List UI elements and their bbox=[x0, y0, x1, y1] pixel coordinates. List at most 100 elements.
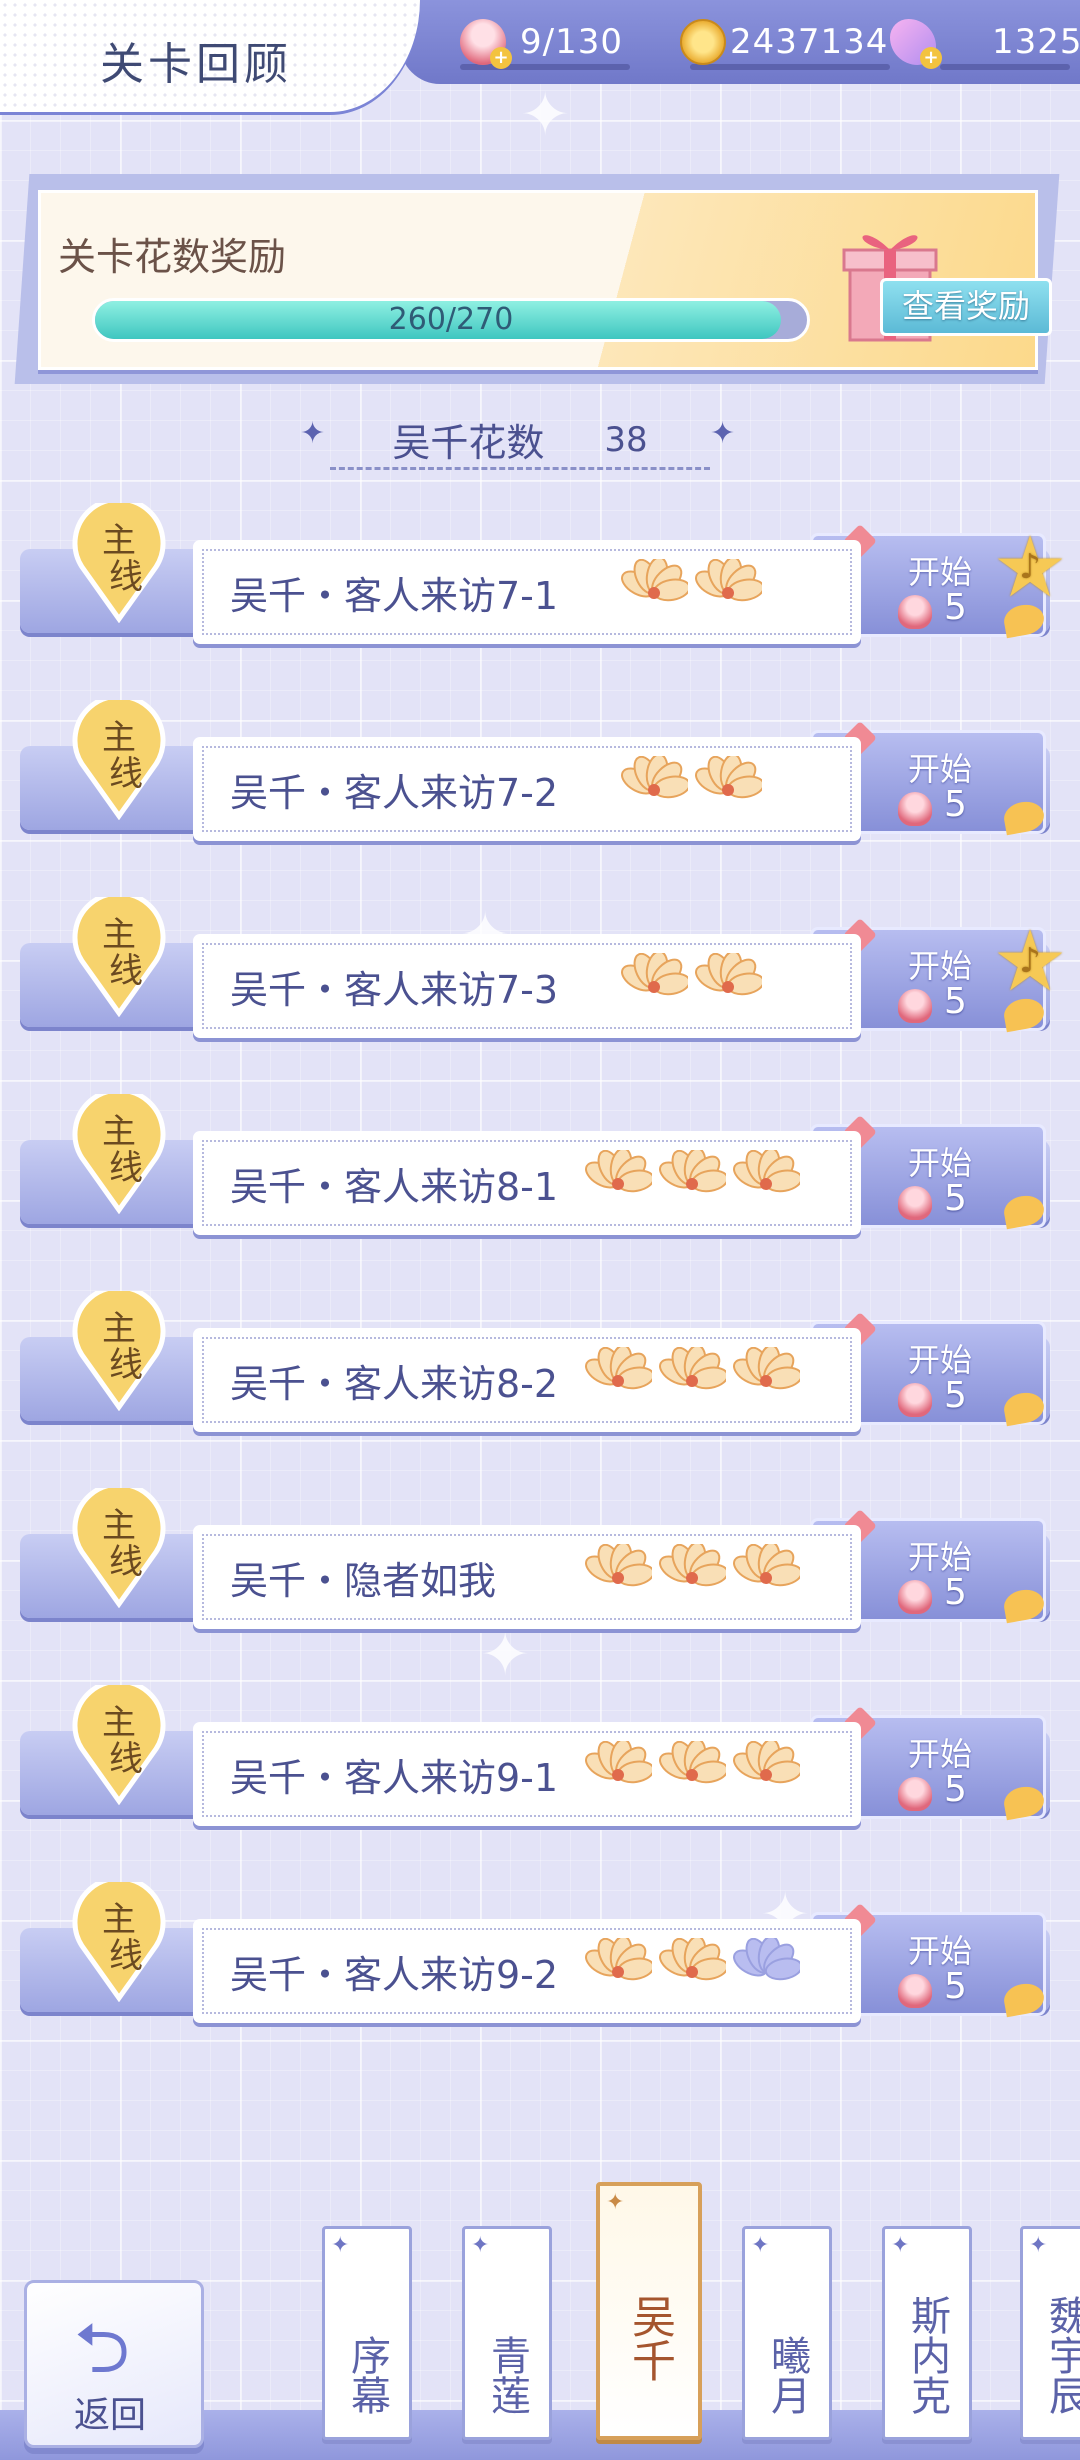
stamina-cost: 5 bbox=[944, 1178, 967, 1219]
cupcake-cost-icon bbox=[898, 1186, 932, 1220]
cupcake-cost-icon bbox=[898, 1777, 932, 1811]
cupcake-cost-icon bbox=[898, 1580, 932, 1614]
chapter-tab[interactable]: ✦ 曦月 bbox=[742, 2226, 832, 2440]
flower-earned-icon bbox=[733, 1741, 800, 1784]
chapter-label: 斯内克 bbox=[904, 2295, 950, 2415]
level-row[interactable]: 开始 5 ★ ♪ 吴千・客人来访7-1 主线 bbox=[0, 503, 1080, 643]
flower-earned-icon bbox=[585, 1347, 652, 1390]
flower-earned-icon bbox=[659, 1938, 726, 1981]
stamina-value: 9/130 bbox=[520, 22, 623, 62]
level-list[interactable]: 开始5吴千・客人来访6-1主线开始5★♪吴千・客人来访7-1主线开始5吴千・客人… bbox=[0, 482, 1080, 2182]
flower-earned-icon bbox=[733, 1150, 800, 1193]
crystal-swan-icon: + bbox=[890, 19, 942, 69]
flower-earned-icon bbox=[621, 559, 688, 602]
star-badge-icon: ★ ♪ bbox=[992, 912, 1068, 1010]
start-button[interactable]: 开始 bbox=[900, 1138, 980, 1184]
flower-count-value: 38 bbox=[604, 419, 648, 460]
reward-banner-title: 关卡花数奖励 bbox=[58, 235, 287, 279]
plus-icon: + bbox=[490, 47, 512, 69]
stamina-resource[interactable]: + 9/130 bbox=[460, 14, 623, 70]
chapter-tab[interactable]: ✦ 青莲 bbox=[462, 2226, 552, 2440]
gold-value: 2437134 bbox=[730, 22, 889, 62]
level-name: 吴千・隐者如我 bbox=[230, 1559, 497, 1603]
chapter-tab[interactable]: ✦ 魏宇辰 bbox=[1020, 2226, 1080, 2440]
chapter-tab[interactable]: ✦ 吴千 bbox=[596, 2182, 702, 2440]
plus-icon: + bbox=[920, 47, 942, 69]
level-row[interactable]: 开始 5 吴千・客人来访7-2 主线 bbox=[0, 700, 1080, 840]
progress-text: 260/270 bbox=[388, 302, 514, 337]
level-name: 吴千・客人来访8-1 bbox=[230, 1165, 559, 1209]
start-button[interactable]: 开始 bbox=[900, 744, 980, 790]
flower-rating bbox=[584, 1347, 800, 1407]
chapter-label: 曦月 bbox=[764, 2335, 810, 2415]
flower-empty-icon bbox=[733, 1938, 800, 1981]
chapter-label: 魏宇辰 bbox=[1042, 2295, 1080, 2415]
chapter-label: 吴千 bbox=[624, 2294, 675, 2382]
sparkle-icon: ✦ bbox=[1029, 2233, 1048, 2258]
flower-earned-icon bbox=[621, 756, 688, 799]
level-row[interactable]: 开始 5 吴千・客人来访8-2 主线 bbox=[0, 1291, 1080, 1431]
badge-label: 主线 bbox=[102, 1112, 143, 1188]
flower-rating bbox=[584, 1741, 800, 1801]
level-row[interactable]: 开始 5 吴千・隐者如我 主线 bbox=[0, 1488, 1080, 1628]
start-button[interactable]: 开始 bbox=[900, 1335, 980, 1381]
chapter-tab[interactable]: ✦ 序幕 bbox=[322, 2226, 412, 2440]
flower-earned-icon bbox=[585, 1544, 652, 1587]
level-name: 吴千・客人来访7-3 bbox=[230, 968, 559, 1012]
gold-coin-icon bbox=[680, 19, 726, 65]
level-row[interactable]: 开始 5 吴千・客人来访9-1 主线 bbox=[0, 1685, 1080, 1825]
crystal-value: 1325 bbox=[992, 22, 1080, 62]
cupcake-cost-icon bbox=[898, 1383, 932, 1417]
level-row[interactable]: 开始 5 吴千・客人来访9-2 主线 bbox=[0, 1882, 1080, 2022]
flower-earned-icon bbox=[695, 559, 762, 602]
start-button[interactable]: 开始 bbox=[900, 547, 980, 593]
flower-rating bbox=[584, 1150, 800, 1210]
flower-rating bbox=[620, 559, 762, 619]
sparkle-icon: ✦ bbox=[300, 416, 326, 451]
flower-earned-icon bbox=[695, 953, 762, 996]
cupcake-cost-icon bbox=[898, 792, 932, 826]
chapter-label: 序幕 bbox=[344, 2335, 390, 2415]
badge-label: 主线 bbox=[102, 521, 143, 597]
chapter-tab[interactable]: ✦ 斯内克 bbox=[882, 2226, 972, 2440]
badge-label: 主线 bbox=[102, 1900, 143, 1976]
flower-earned-icon bbox=[733, 1544, 800, 1587]
level-row[interactable]: 开始 5 吴千・客人来访8-1 主线 bbox=[0, 1094, 1080, 1234]
flower-earned-icon bbox=[585, 1741, 652, 1784]
flower-earned-icon bbox=[659, 1741, 726, 1784]
stamina-cost: 5 bbox=[944, 784, 967, 825]
stamina-cost: 5 bbox=[944, 981, 967, 1022]
start-button[interactable]: 开始 bbox=[900, 1532, 980, 1578]
flower-earned-icon bbox=[659, 1544, 726, 1587]
flower-rating bbox=[584, 1544, 800, 1604]
stamina-cost: 5 bbox=[944, 1966, 967, 2007]
chapter-label: 青莲 bbox=[484, 2335, 530, 2415]
start-button[interactable]: 开始 bbox=[900, 1729, 980, 1775]
sparkle-icon: ✦ bbox=[891, 2233, 910, 2258]
badge-label: 主线 bbox=[102, 1703, 143, 1779]
character-flower-count: 吴千花数 38 bbox=[330, 412, 710, 470]
level-name: 吴千・客人来访8-2 bbox=[230, 1362, 559, 1406]
crystal-resource[interactable]: + 1325 bbox=[890, 14, 1080, 70]
level-name: 吴千・客人来访7-1 bbox=[230, 574, 559, 618]
cupcake-cost-icon bbox=[898, 989, 932, 1023]
flower-earned-icon bbox=[695, 756, 762, 799]
gold-resource[interactable]: 2437134 bbox=[680, 14, 888, 70]
sparkle-icon: ✦ bbox=[751, 2233, 770, 2258]
badge-label: 主线 bbox=[102, 1506, 143, 1582]
start-button[interactable]: 开始 bbox=[900, 1926, 980, 1972]
start-button[interactable]: 开始 bbox=[900, 941, 980, 987]
flower-rating bbox=[620, 756, 762, 816]
cupcake-stamina-icon: + bbox=[460, 19, 512, 69]
flower-rating bbox=[584, 1938, 800, 1998]
page-title: 关卡回顾 bbox=[100, 39, 292, 90]
level-name: 吴千・客人来访9-2 bbox=[230, 1953, 559, 1997]
level-row[interactable]: 开始 5 ★ ♪ 吴千・客人来访7-3 主线 bbox=[0, 897, 1080, 1037]
resource-bar: + 9/130 2437134 + 1325 bbox=[400, 0, 1080, 84]
level-name: 吴千・客人来访7-2 bbox=[230, 771, 559, 815]
stamina-cost: 5 bbox=[944, 1572, 967, 1613]
stamina-cost: 5 bbox=[944, 1375, 967, 1416]
stamina-cost: 5 bbox=[944, 1769, 967, 1810]
view-reward-button[interactable]: 查看奖励 bbox=[880, 278, 1052, 336]
back-label: 返回 bbox=[74, 2395, 147, 2436]
